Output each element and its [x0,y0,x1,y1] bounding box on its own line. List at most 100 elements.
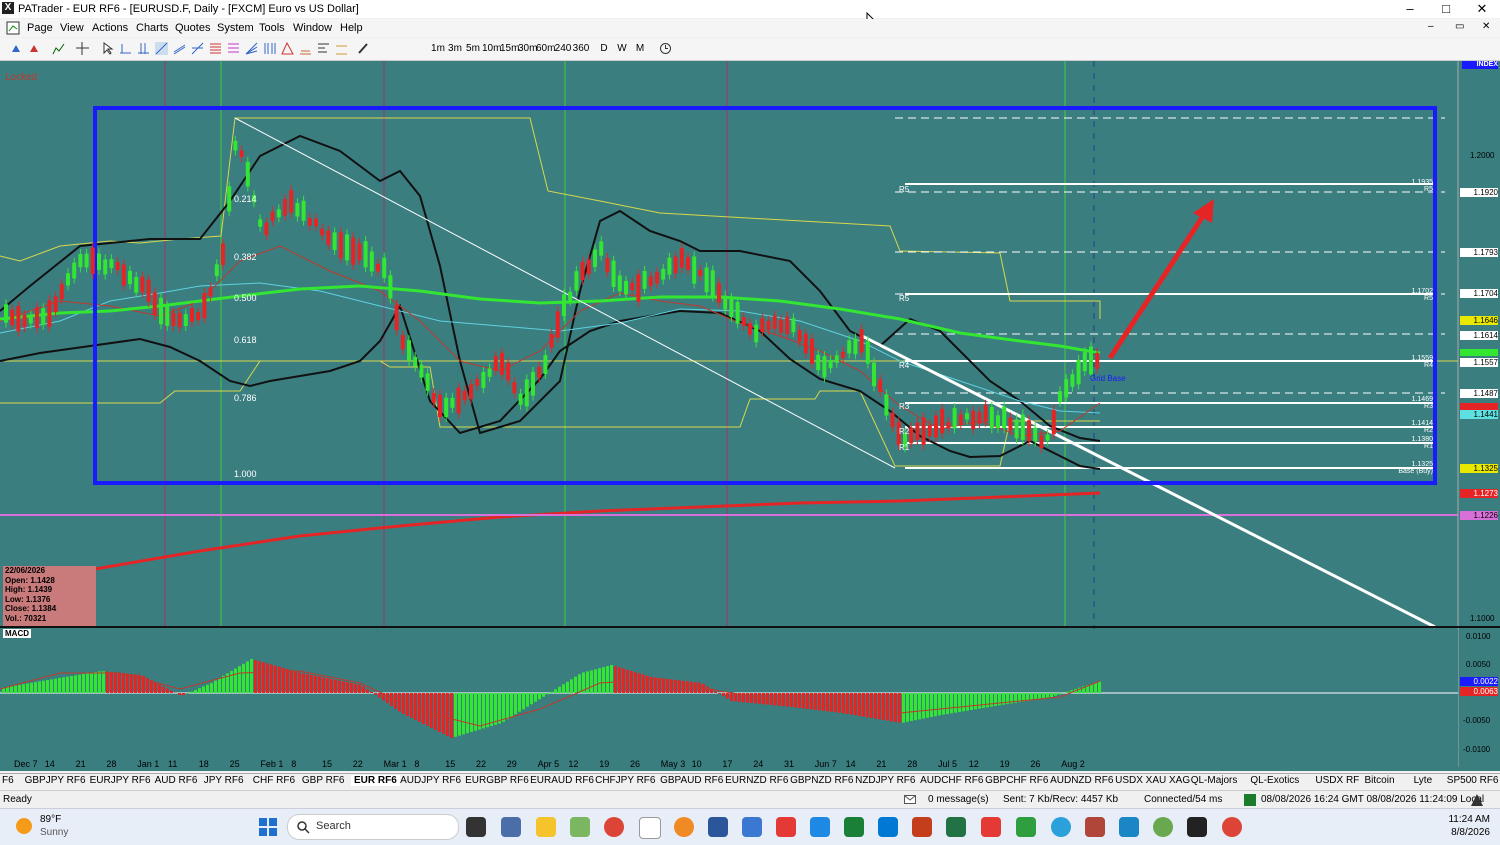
clock-date[interactable]: 8/8/2026 [1420,827,1490,838]
price-chart[interactable] [0,61,1500,771]
timeframe-30m[interactable]: 30m [518,41,536,56]
app-briefcase-icon[interactable] [1085,817,1105,837]
notepad-icon[interactable] [708,817,728,837]
menu-page[interactable]: Page [27,22,53,34]
pen-icon[interactable] [357,42,370,55]
symbol-tab[interactable]: Lyte [1414,775,1433,786]
minimize-button[interactable]: – [1392,0,1428,18]
symbol-tab[interactable]: GBPCHF RF6 [985,775,1048,786]
channel-icon[interactable] [173,42,186,55]
symbol-tab[interactable]: GBPNZD RF6 [790,775,853,786]
symbol-tab[interactable]: QL-Majors [1191,775,1238,786]
symbol-tab[interactable]: F6 [2,775,14,786]
search-box[interactable]: Search [287,814,459,840]
gann-icon[interactable] [281,42,294,55]
task-view-icon[interactable] [466,817,486,837]
weather-desc[interactable]: Sunny [40,827,68,838]
status-messages[interactable]: 0 message(s) [928,794,989,805]
symbol-tab[interactable]: JPY RF6 [204,775,244,786]
start-windows-icon[interactable] [258,817,278,837]
timeframe-daily[interactable]: D [598,41,610,56]
symbol-tab[interactable]: GBPAUD RF6 [660,775,723,786]
timeframe-3m[interactable]: 3m [448,41,462,56]
tradingview-icon[interactable] [844,817,864,837]
pointer-icon[interactable] [102,42,115,55]
app-grid-icon[interactable] [1187,817,1207,837]
timeframe-10m[interactable]: 10m [482,41,500,56]
chart-window[interactable]: Locked INDEX 0.214 0.382 0.500 0.618 0.7… [0,61,1500,771]
file-explorer-icon[interactable] [536,817,556,837]
excel-icon[interactable] [946,817,966,837]
outlook-icon[interactable] [878,817,898,837]
symbol-tab[interactable]: USDX RF [1315,775,1359,786]
chart-type-icon[interactable] [52,42,65,55]
symbol-tab[interactable]: EURJPY RF6 [90,775,151,786]
close-button[interactable]: ✕ [1464,0,1500,18]
symbol-tab[interactable]: GBPJPY RF6 [25,775,86,786]
trendline-icon[interactable] [155,42,168,55]
symbol-tab[interactable]: AUDNZD RF6 [1050,775,1113,786]
menu-view[interactable]: View [60,22,84,34]
timeframe-5m[interactable]: 5m [466,41,480,56]
patrader-icon[interactable] [639,817,661,839]
timeframe-weekly[interactable]: W [616,41,628,56]
fib-extension-icon[interactable] [227,42,240,55]
menu-tools[interactable]: Tools [259,22,285,34]
menu-help[interactable]: Help [340,22,363,34]
app-s-red-icon[interactable] [776,817,796,837]
powerpoint-icon[interactable] [912,817,932,837]
symbol-tab[interactable]: NZDJPY RF6 [855,775,915,786]
calculator-icon[interactable] [501,817,521,837]
timeframe-monthly[interactable]: M [634,41,646,56]
child-minimize-button[interactable]: – [1428,21,1434,32]
menu-quotes[interactable]: Quotes [175,22,210,34]
remote-desktop-icon[interactable] [742,817,762,837]
maximize-button[interactable]: □ [1428,0,1464,18]
clock-time[interactable]: 11:24 AM [1420,814,1490,825]
crosshair-icon[interactable] [76,42,89,55]
app-w-icon[interactable] [1153,817,1173,837]
clock-icon[interactable] [659,42,672,55]
symbol-tab[interactable]: GBP RF6 [302,775,345,786]
menu-window[interactable]: Window [293,22,332,34]
symbol-tab[interactable]: EURAUD RF6 [530,775,594,786]
symbol-tab[interactable]: AUD RF6 [155,775,198,786]
child-restore-button[interactable]: ▭ [1455,21,1464,32]
timeframe-60m[interactable]: 60m [536,41,554,56]
symbol-tab[interactable]: Bitcoin [1365,775,1395,786]
app-c-green-icon[interactable] [1016,817,1036,837]
pitchfork-icon[interactable] [191,42,204,55]
menu-actions[interactable]: Actions [92,22,128,34]
mail-icon[interactable] [904,795,916,804]
fib-time-icon[interactable] [263,42,276,55]
symbol-tab[interactable]: AUDCHF RF6 [920,775,983,786]
symbol-tab[interactable]: EURGBP RF6 [465,775,529,786]
symbol-tab[interactable]: EURNZD RF6 [725,775,788,786]
vertical-line-icon[interactable] [137,42,150,55]
symbol-tab[interactable]: SP500 RF6 [1447,775,1499,786]
symbol-tab[interactable]: USDX XAU XAG [1115,775,1190,786]
symbol-tab[interactable]: CHFJPY RF6 [595,775,655,786]
cycle-tool-icon[interactable] [335,42,348,55]
timeframe-240[interactable]: 240 [554,41,572,56]
zoom-in-icon[interactable] [10,42,23,55]
timeframe-360[interactable]: 360 [572,41,590,56]
fib-retracement-icon[interactable] [209,42,222,55]
child-close-button[interactable]: ✕ [1482,21,1490,32]
symbol-tab[interactable]: AUDJPY RF6 [400,775,461,786]
arc-icon[interactable] [299,42,312,55]
menu-charts[interactable]: Charts [136,22,168,34]
horizontal-line-icon[interactable] [119,42,132,55]
alert-icon[interactable] [1470,793,1484,807]
timeframe-15m[interactable]: 15m [500,41,518,56]
chrome-alt-icon[interactable] [1222,817,1242,837]
symbol-tab[interactable]: QL-Exotics [1250,775,1299,786]
weather-temp[interactable]: 89°F [40,814,61,825]
fib-fan-icon[interactable] [245,42,258,55]
telegram-icon[interactable] [1051,817,1071,837]
timeframe-1m[interactable]: 1m [431,41,445,56]
app-pin-icon[interactable] [570,817,590,837]
symbol-tab[interactable]: CHF RF6 [253,775,295,786]
zoom-out-icon[interactable] [28,42,41,55]
text-tool-icon[interactable] [317,42,330,55]
